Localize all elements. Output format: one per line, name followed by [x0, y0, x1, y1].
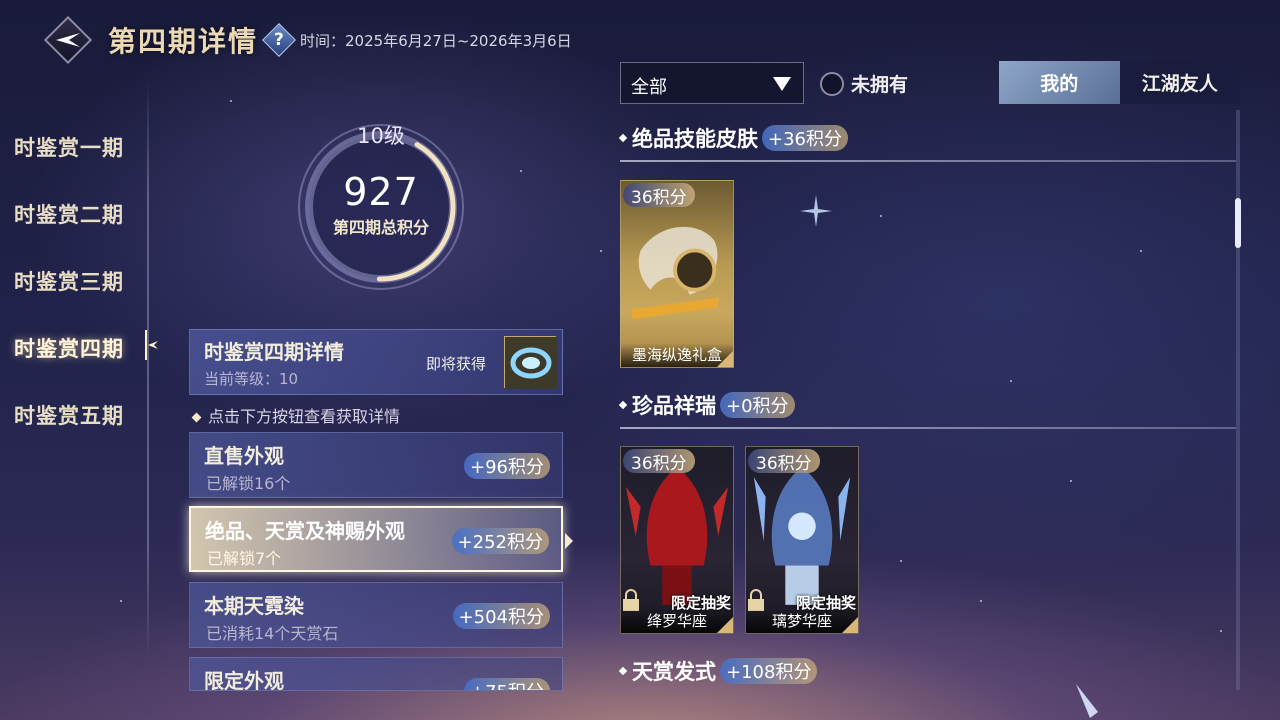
active-indicator-icon [145, 330, 158, 360]
period-detail-card[interactable]: 时鉴赏四期详情 当前等级：10 即将获得 [189, 329, 563, 395]
total-score-label: 第四期总积分 [332, 218, 429, 237]
chevron-down-icon [773, 77, 791, 91]
crystal-icon [1076, 684, 1098, 718]
scrollbar-thumb[interactable] [1235, 198, 1241, 248]
upcoming-reward-icon[interactable] [504, 336, 557, 389]
category-limited[interactable]: 限定外观 +75积分 [189, 657, 563, 691]
level-label: 10级 [357, 124, 405, 148]
question-icon[interactable]: ? [262, 23, 296, 57]
owner-tabs: 我的 江湖友人 [999, 61, 1240, 104]
lock-icon [623, 589, 639, 611]
sparkle-icon [800, 195, 832, 227]
header: 第四期详情 ? 时间：2025年6月27日~2026年3月6日 [43, 15, 572, 65]
scrollbar[interactable] [1236, 110, 1240, 690]
nav-item-period-2[interactable]: 时鉴赏二期 [14, 199, 124, 229]
not-owned-filter[interactable]: 未拥有 [820, 70, 908, 97]
points-badge: +108积分 [720, 658, 818, 684]
nav-item-period-5[interactable]: 时鉴赏五期 [14, 400, 124, 430]
back-button[interactable] [43, 15, 93, 65]
radio-button[interactable] [820, 71, 844, 96]
category-premium-appearance[interactable]: 绝品、天赏及神赐外观 已解锁7个 +252积分 [189, 506, 563, 572]
nav-item-period-3[interactable]: 时鉴赏三期 [14, 266, 124, 296]
points-badge: +252积分 [451, 528, 549, 554]
section-divider [620, 427, 1236, 429]
item-card[interactable]: 36积分 限定抽奖 绛罗华座 [620, 446, 734, 634]
category-direct-sale[interactable]: 直售外观 已解锁16个 +96积分 [189, 432, 563, 498]
tab-friends[interactable]: 江湖友人 [1119, 61, 1240, 104]
level-ring: 10级 927 第四期总积分 [292, 118, 470, 296]
section-divider [620, 160, 1236, 162]
points-badge: 36积分 [623, 449, 695, 474]
total-score: 927 [343, 170, 419, 214]
points-badge: 36积分 [748, 449, 820, 474]
section-title: 绝品技能皮肤 +36积分 [618, 123, 848, 153]
section-title: 珍品祥瑞 +0积分 [618, 390, 795, 420]
back-wing-icon [56, 33, 80, 47]
page-title: 第四期详情 [108, 25, 259, 58]
points-badge: 36积分 [623, 183, 695, 208]
section-title: 天赏发式 +108积分 [618, 656, 818, 686]
category-dye[interactable]: 本期天霓染 已消耗14个天赏石 +504积分 [189, 582, 563, 648]
points-badge: +36积分 [762, 125, 848, 151]
time-range: 时间：2025年6月27日~2026年3月6日 [300, 31, 572, 50]
points-badge: +75积分 [464, 678, 550, 690]
current-level: 当前等级：10 [204, 370, 299, 388]
item-card[interactable]: 36积分 限定抽奖 璃梦华座 [745, 446, 859, 634]
tab-mine[interactable]: 我的 [999, 61, 1120, 104]
item-card[interactable]: 36积分 墨海纵逸礼盒 [620, 180, 734, 368]
nav-divider [147, 80, 149, 660]
dragon-box-art [630, 226, 720, 320]
hint-text: 点击下方按钮查看获取详情 [191, 403, 400, 427]
selected-arrow-icon [565, 533, 573, 549]
nav-item-period-1[interactable]: 时鉴赏一期 [14, 132, 124, 162]
coming-soon-label: 即将获得 [426, 355, 487, 373]
lock-icon [748, 589, 764, 611]
points-badge: +504积分 [452, 603, 550, 629]
points-badge: +96积分 [464, 453, 550, 479]
points-badge: +0积分 [720, 392, 795, 418]
filter-dropdown[interactable]: 全部 [620, 62, 804, 104]
detail-title: 时鉴赏四期详情 [204, 340, 344, 364]
nav-item-period-4[interactable]: 时鉴赏四期 [14, 333, 124, 363]
